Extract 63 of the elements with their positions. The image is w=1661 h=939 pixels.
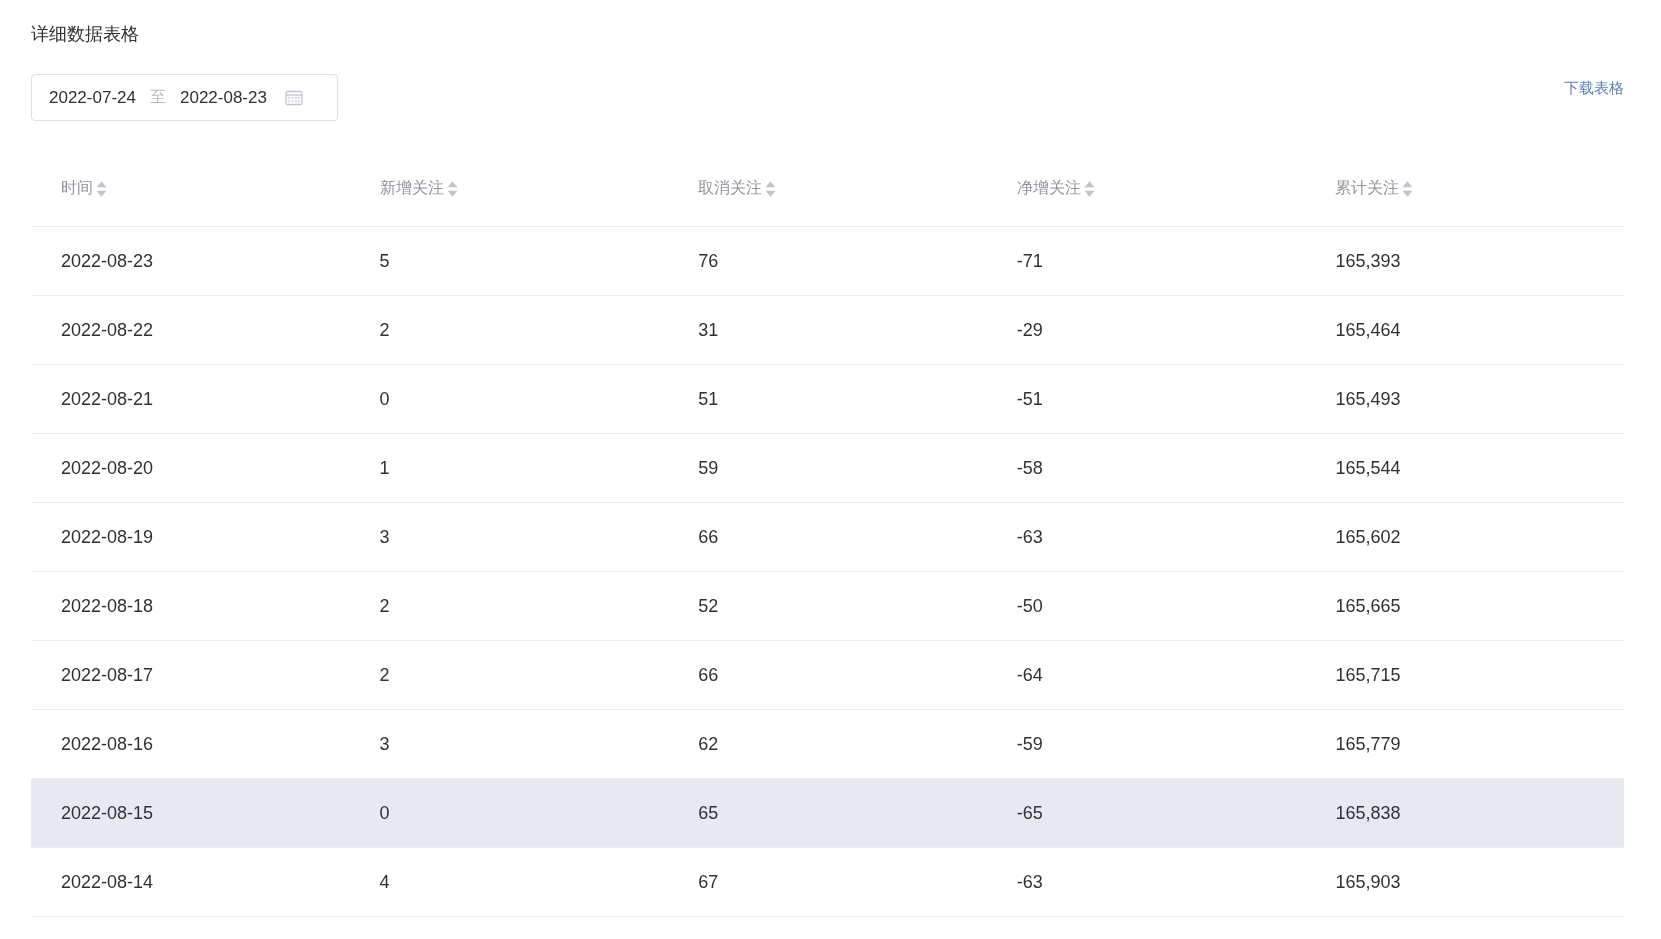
table-cell: 65 xyxy=(698,802,719,824)
table-cell: -63 xyxy=(1016,871,1043,893)
date-range-field[interactable]: 2022-07-24 至 2022-08-23 xyxy=(31,74,338,121)
table-cell: -51 xyxy=(1016,388,1043,410)
table-cell: 165,838 xyxy=(1335,802,1401,824)
table-cell: 66 xyxy=(698,664,719,686)
end-date: 2022-08-23 xyxy=(179,87,267,108)
table-row[interactable]: 2022-08-15 0 65 -65 165,838 xyxy=(31,779,1624,848)
table-cell: 31 xyxy=(698,319,719,341)
table-cell: 5 xyxy=(379,250,390,272)
table-cell: 2022-08-21 xyxy=(61,388,154,410)
section-title: 详细数据表格 xyxy=(31,23,140,46)
table-cell: 2022-08-22 xyxy=(61,319,154,341)
table-cell: 3 xyxy=(379,526,390,548)
table-cell: -63 xyxy=(1016,526,1043,548)
table-cell: 165,493 xyxy=(1335,388,1401,410)
table-cell: 67 xyxy=(698,871,719,893)
table-cell: 1 xyxy=(379,457,390,479)
table-cell: 66 xyxy=(698,526,719,548)
table-cell: 0 xyxy=(379,802,390,824)
table-cell: 62 xyxy=(698,733,719,755)
table-cell: 2022-08-19 xyxy=(61,526,154,548)
table-cell: 2022-08-16 xyxy=(61,733,154,755)
table-cell: -59 xyxy=(1016,733,1043,755)
table-cell: -50 xyxy=(1016,595,1043,617)
table-cell: -65 xyxy=(1016,802,1043,824)
table-cell: 2022-08-20 xyxy=(61,457,154,479)
table-cell: 2 xyxy=(379,664,390,686)
sort-icon[interactable] xyxy=(96,179,107,198)
table-cell: -58 xyxy=(1016,457,1043,479)
table-cell: 3 xyxy=(379,733,390,755)
table-cell: 2 xyxy=(379,319,390,341)
table-cell: 165,665 xyxy=(1335,595,1401,617)
table-cell: 59 xyxy=(698,457,719,479)
table-cell: 2 xyxy=(379,595,390,617)
table-cell: 165,464 xyxy=(1335,319,1401,341)
table-cell: -71 xyxy=(1016,250,1043,272)
table-cell: 165,903 xyxy=(1335,871,1401,893)
start-date: 2022-07-24 xyxy=(49,87,136,108)
sort-icon[interactable] xyxy=(1402,179,1414,198)
table-cell: 76 xyxy=(698,250,719,272)
sort-icon[interactable] xyxy=(765,179,777,198)
table-cell: 165,715 xyxy=(1335,664,1401,686)
calendar-icon[interactable] xyxy=(284,89,303,106)
table-cell: -29 xyxy=(1016,319,1043,341)
table-cell: 2022-08-15 xyxy=(61,802,154,824)
table-cell: 0 xyxy=(379,388,390,410)
table-cell: 2022-08-23 xyxy=(61,250,154,272)
sort-icon[interactable] xyxy=(446,179,458,198)
table-cell: 165,393 xyxy=(1335,250,1401,272)
sort-icon[interactable] xyxy=(1083,179,1095,198)
download-link[interactable]: 下载表格 xyxy=(1564,79,1624,98)
table-cell: 2022-08-18 xyxy=(61,595,154,617)
table-cell: 4 xyxy=(379,871,390,893)
table-cell: 2022-08-14 xyxy=(61,871,154,893)
table-cell: 52 xyxy=(698,595,719,617)
table-cell: 51 xyxy=(698,388,719,410)
range-separator: 至 xyxy=(149,87,166,107)
table-cell: 2022-08-17 xyxy=(61,664,154,686)
table-cell: 165,602 xyxy=(1335,526,1401,548)
table-cell: 165,779 xyxy=(1335,733,1401,755)
table-cell: 165,544 xyxy=(1335,457,1401,479)
table-cell: -64 xyxy=(1016,664,1043,686)
